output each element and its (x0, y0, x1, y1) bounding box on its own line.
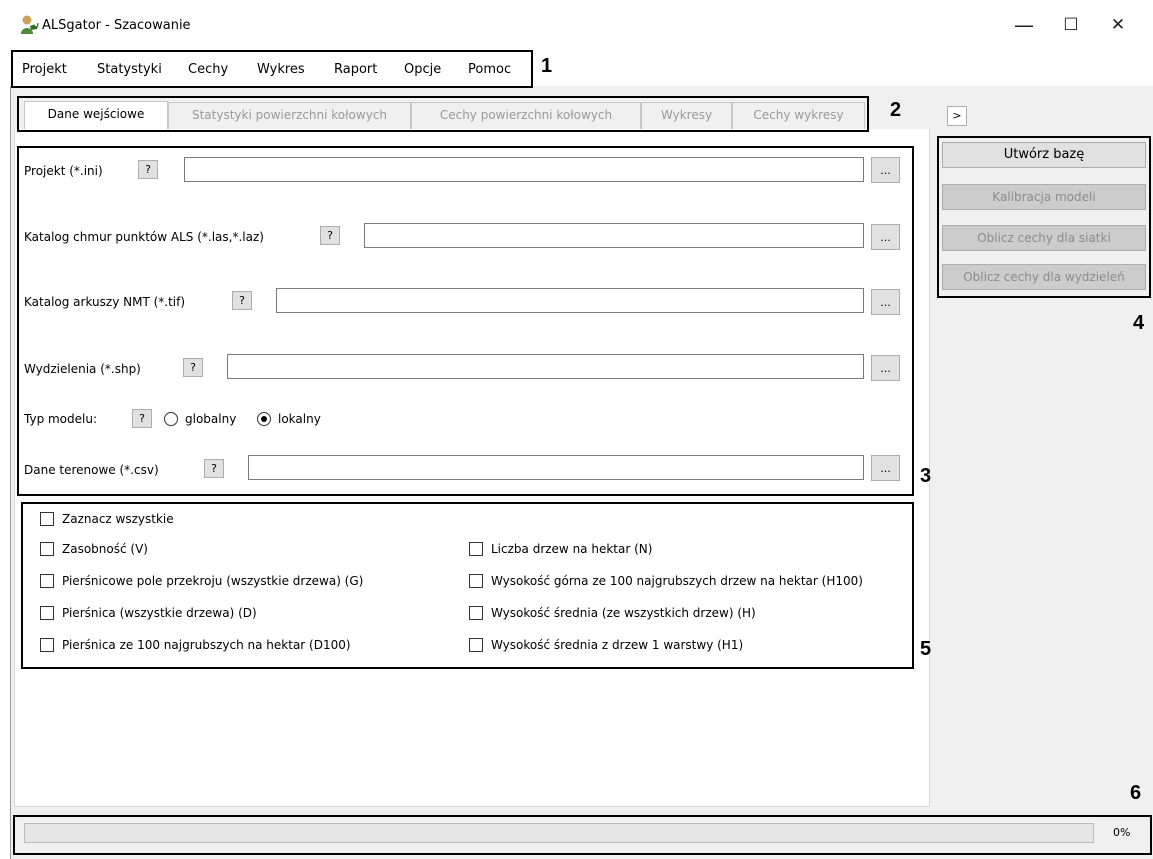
annotation-number-6: 6 (1130, 782, 1142, 804)
annotation-number-3: 3 (920, 465, 932, 487)
annotation-box-menu (11, 50, 533, 88)
annotation-number-1: 1 (541, 55, 553, 77)
annotation-box-tabs (17, 96, 869, 132)
annotation-number-5: 5 (920, 638, 932, 660)
collapse-panel-button[interactable]: > (947, 106, 967, 126)
maximize-button[interactable]: ☐ (1049, 12, 1093, 40)
annotation-number-4: 4 (1133, 312, 1145, 334)
annotation-box-progress (13, 815, 1152, 855)
annotation-number-2: 2 (890, 99, 902, 121)
annotation-box-actions (937, 136, 1151, 298)
close-button[interactable]: ✕ (1096, 12, 1140, 40)
app-icon (21, 15, 39, 34)
minimize-button[interactable]: — (1002, 12, 1046, 40)
window-title: ALSgator - Szacowanie (42, 18, 191, 33)
annotation-box-checkboxes (21, 502, 914, 669)
annotation-box-inputs (17, 146, 914, 496)
